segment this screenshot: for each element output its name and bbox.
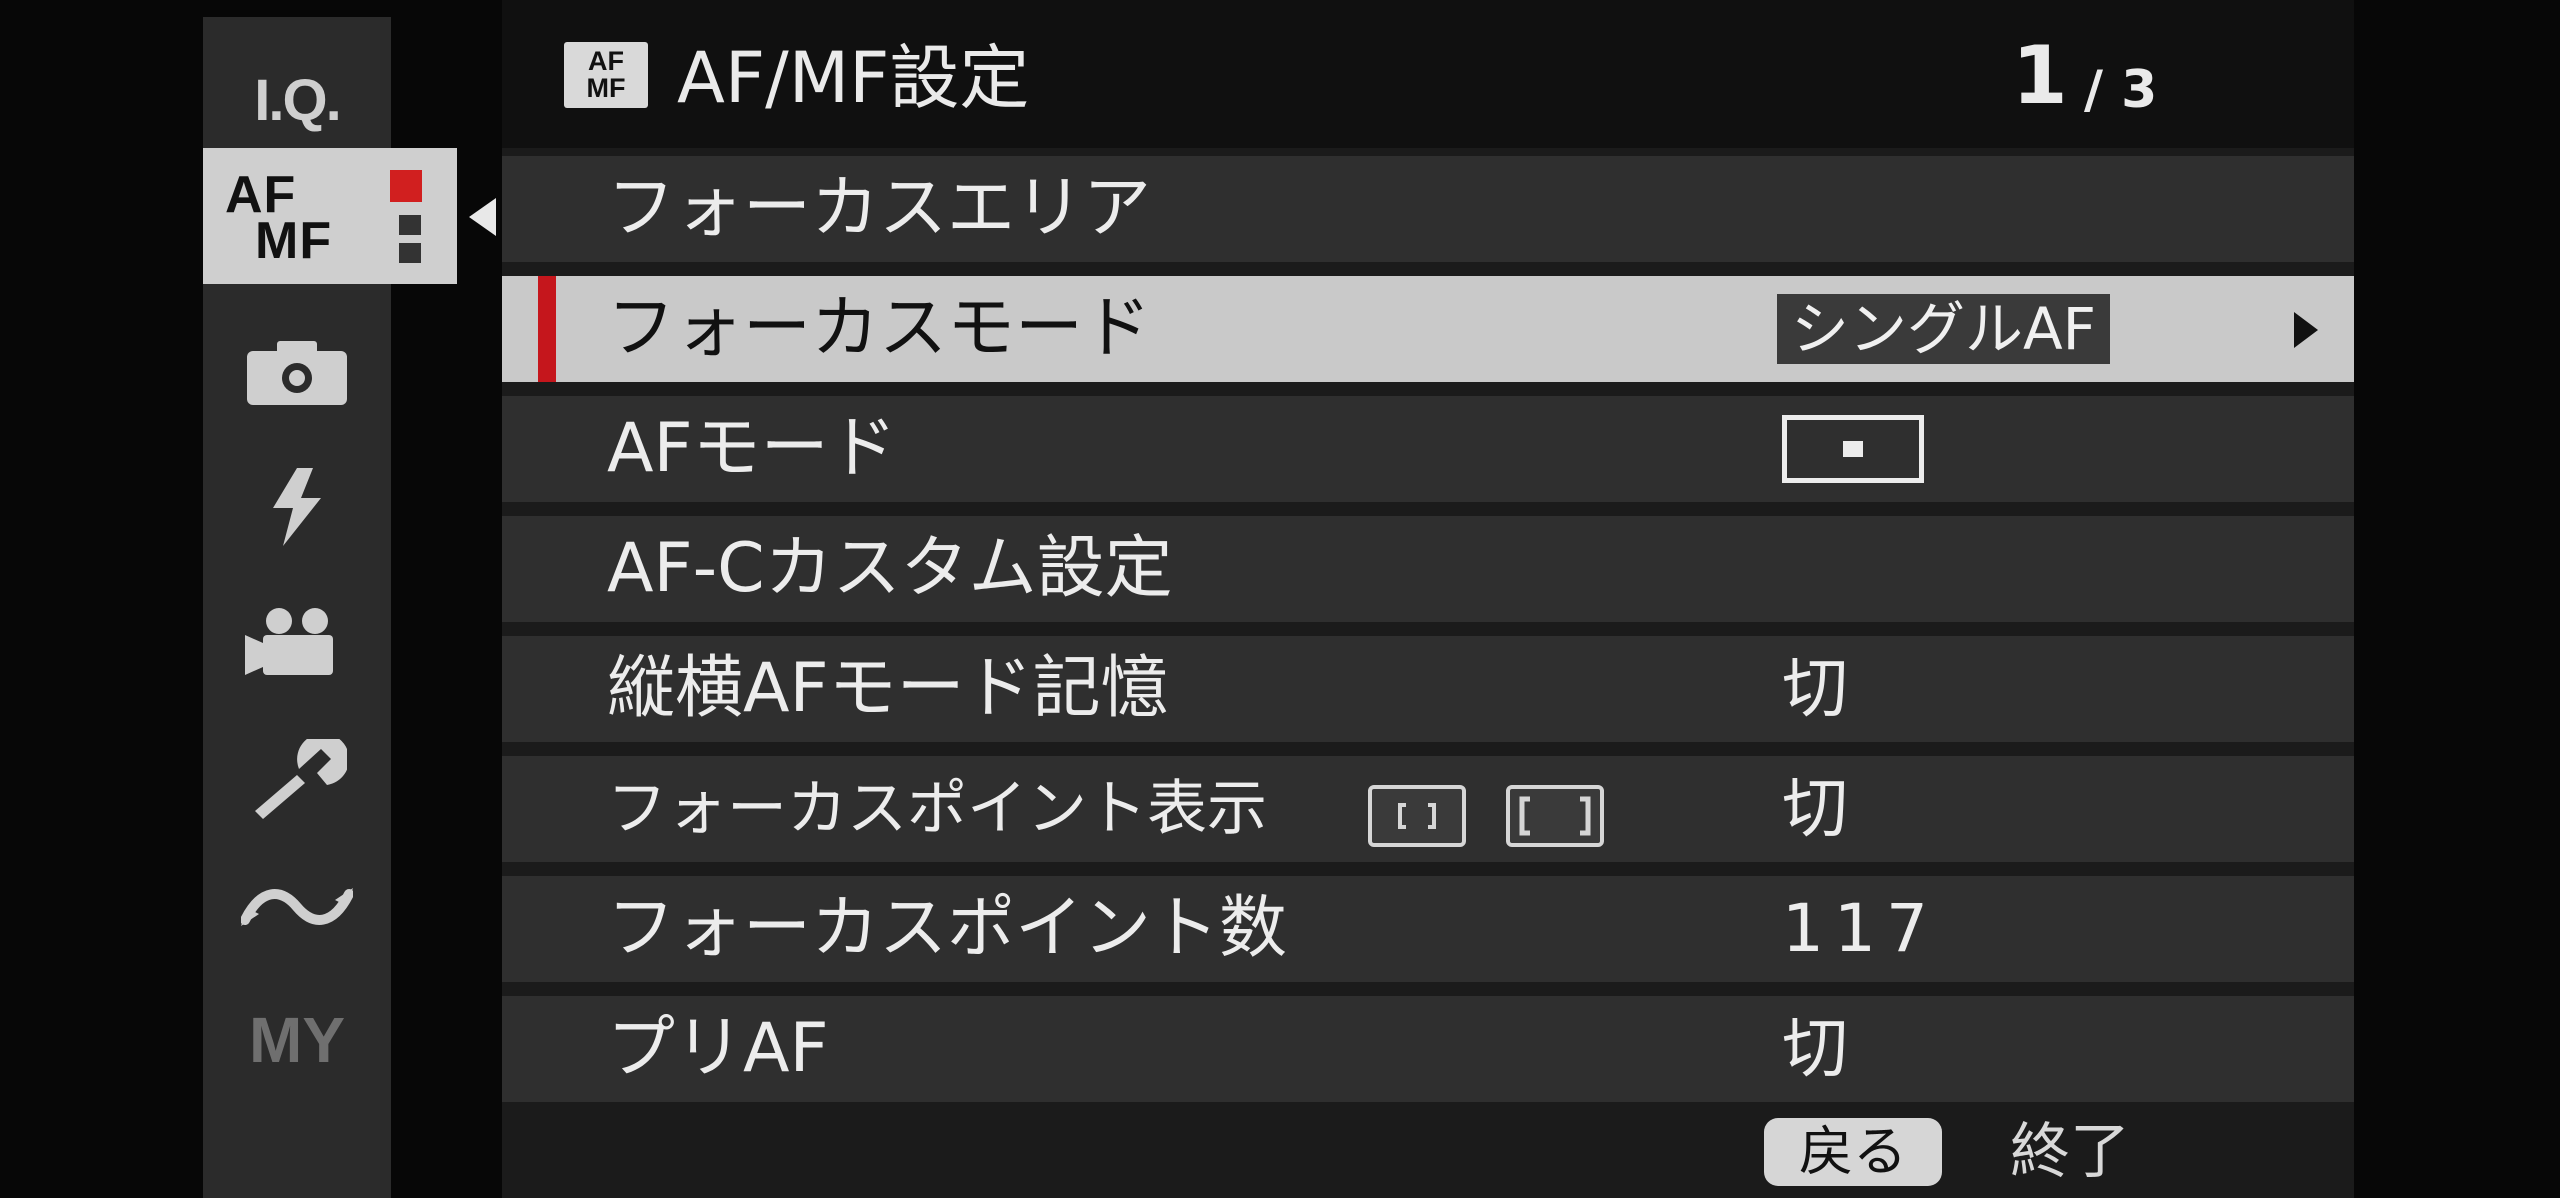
tab-flash[interactable] xyxy=(203,457,391,557)
menu-item-af-c-custom[interactable]: AF-Cカスタム設定 xyxy=(502,516,2354,622)
menu-tab-rail: I.Q. AF MF MY xyxy=(203,17,457,1198)
wrench-icon xyxy=(255,739,347,819)
connect-icon xyxy=(241,888,353,926)
menu-item-orientation-af-memory[interactable]: 縦横AFモード記憶 切 xyxy=(502,636,2354,742)
tab-af-mf-label: AF MF xyxy=(225,169,333,270)
tab-shooting[interactable] xyxy=(203,322,391,422)
menu-item-pre-af[interactable]: プリAF 切 xyxy=(502,996,2354,1102)
badge-mf-label: MF xyxy=(586,73,626,103)
tab-page-indicator-active xyxy=(390,170,422,202)
menu-item-value: 切 xyxy=(1782,650,1848,727)
tab-movie[interactable] xyxy=(203,592,391,692)
tab-image-quality-label: I.Q. xyxy=(254,67,341,133)
tab-setup[interactable] xyxy=(203,729,391,829)
menu-item-af-mode[interactable]: AFモード xyxy=(502,396,2354,502)
submenu-arrow-icon xyxy=(2294,312,2318,348)
menu-item-label: フォーカスモード xyxy=(607,289,1152,368)
camera-icon xyxy=(247,341,347,405)
tab-image-quality[interactable]: I.Q. xyxy=(203,45,391,155)
tab-af-mf[interactable]: AF MF xyxy=(203,148,457,284)
menu-item-label: フォーカスエリア xyxy=(607,169,1152,248)
zone-af-icon xyxy=(1368,785,1466,847)
menu-item-value: 117 xyxy=(1782,890,1938,967)
tab-connection[interactable] xyxy=(203,857,391,957)
tab-mf-label: MF xyxy=(255,212,333,270)
tab-page-indicator xyxy=(399,215,421,235)
menu-item-focus-point-display[interactable]: フォーカスポイント表示 切 xyxy=(502,756,2354,862)
af-mf-badge-icon: AF MF xyxy=(564,42,648,108)
menu-item-label: AFモード xyxy=(607,409,897,488)
menu-panel: AF MF AF/MF設定 1 / 3 フォーカスエリア フォーカスモード シン… xyxy=(502,0,2354,1198)
selection-marker xyxy=(538,276,556,382)
menu-item-value: 切 xyxy=(1782,1010,1848,1087)
menu-item-label: フォーカスポイント数 xyxy=(607,889,1288,968)
back-button[interactable]: 戻る xyxy=(1764,1118,1942,1186)
menu-item-label: 縦横AFモード記憶 xyxy=(607,649,1169,728)
movie-icon xyxy=(245,608,333,675)
menu-header: AF MF AF/MF設定 1 / 3 xyxy=(502,0,2354,148)
menu-item-value: 切 xyxy=(1782,770,1848,847)
active-tab-pointer-icon xyxy=(469,198,496,236)
wide-tracking-af-icon xyxy=(1506,785,1604,847)
menu-item-label: プリAF xyxy=(607,1009,829,1088)
tab-my-menu-label: MY xyxy=(249,1004,345,1076)
menu-item-label: AF-Cカスタム設定 xyxy=(607,529,1173,608)
page-number-total: / 3 xyxy=(2084,60,2158,120)
page-number-current: 1 xyxy=(2012,29,2068,122)
menu-item-focus-point-count[interactable]: フォーカスポイント数 117 xyxy=(502,876,2354,982)
badge-af-label: AF xyxy=(588,46,624,76)
flash-icon xyxy=(273,468,321,546)
tab-page-indicator xyxy=(399,243,421,263)
menu-item-focus-mode[interactable]: フォーカスモード シングルAF xyxy=(502,276,2354,382)
exit-label: 終了 xyxy=(2010,1117,2130,1187)
page-title: AF/MF設定 xyxy=(677,37,1030,119)
menu-item-value: シングルAF xyxy=(1777,294,2111,364)
menu-item-label: フォーカスポイント表示 xyxy=(607,774,1267,844)
menu-item-focus-area[interactable]: フォーカスエリア xyxy=(502,156,2354,262)
single-point-af-icon xyxy=(1782,415,1924,483)
tab-my-menu[interactable]: MY xyxy=(203,985,391,1095)
